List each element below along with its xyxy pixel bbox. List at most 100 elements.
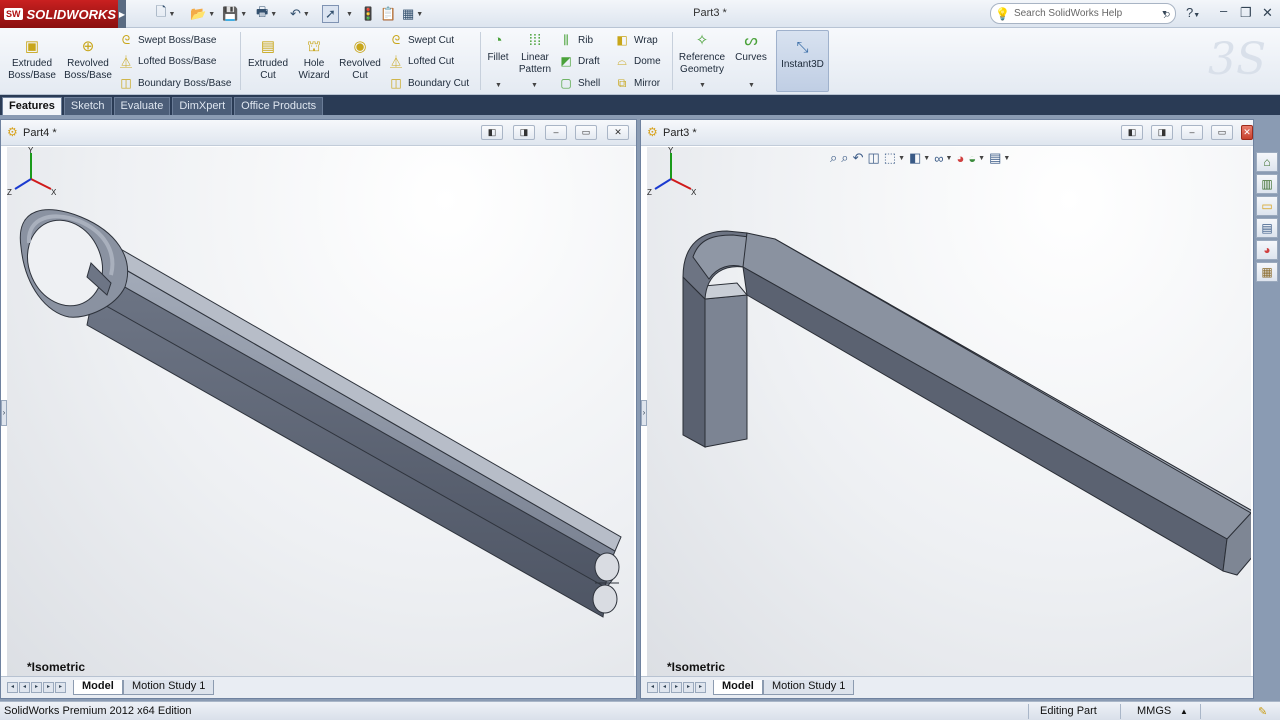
close-app-button[interactable]: ✕ (1262, 5, 1273, 21)
dome-button[interactable]: ⌓ Dome (614, 53, 660, 69)
minimize-window-button[interactable]: – (545, 125, 567, 140)
swept-boss-button[interactable]: ᘓ Swept Boss/Base (118, 32, 217, 48)
search-dropdown[interactable]: ▼ (1161, 10, 1168, 17)
hide-show-dropdown[interactable]: ▼ (946, 155, 953, 162)
file-properties-button[interactable]: 📋 (380, 5, 396, 23)
fillet-dropdown[interactable]: ▼ (495, 82, 502, 89)
zoom-to-fit-icon[interactable]: ⌕ (830, 150, 837, 166)
view-settings-icon[interactable]: ▤ (989, 150, 1001, 166)
display-style-icon[interactable]: ◧ (909, 150, 921, 166)
units-dropdown-icon[interactable]: ▲ (1180, 707, 1188, 716)
tab-office-products[interactable]: Office Products (234, 97, 324, 115)
view-orientation-icon[interactable]: ⬚ (884, 150, 896, 166)
tab-features[interactable]: Features (2, 97, 62, 115)
menu-expand-icon[interactable]: ▶ (118, 0, 126, 28)
view-orientation-dropdown[interactable]: ▼ (898, 155, 905, 162)
next-tab-icon[interactable]: ▸ (671, 682, 682, 693)
prev-tab-icon[interactable]: ◂ (659, 682, 670, 693)
tile-left-button[interactable]: ◧ (1121, 125, 1143, 140)
print-button[interactable]: 🖶 ▼ (256, 4, 277, 23)
draft-button[interactable]: ◩ Draft (558, 53, 599, 69)
save-button[interactable]: 💾 ▼ (222, 5, 247, 23)
revolved-cut-button[interactable]: ◉ Revolved Cut (336, 38, 384, 82)
curves-dropdown[interactable]: ▼ (748, 82, 755, 89)
tab-scroll-arrows[interactable]: ◂ ◂ ▸ ▸ ▸ (7, 682, 67, 693)
select-button[interactable]: ➚ (322, 5, 339, 23)
reference-geometry-button[interactable]: ✧ Reference Geometry (676, 32, 728, 76)
tab-motion-study[interactable]: Motion Study 1 (763, 680, 855, 695)
tab-model[interactable]: Model (73, 680, 123, 695)
first-tab-icon[interactable]: ◂ (7, 682, 18, 693)
extruded-cut-button[interactable]: ▤ Extruded Cut (244, 38, 292, 82)
new-document-button[interactable]: 🗋 ▼ (156, 4, 175, 23)
document-window-part4[interactable]: ⚙ Part4 * ◧ ◨ – ▭ ✕ › Y X Z *Isometric ◂… (0, 119, 637, 699)
undo-button[interactable]: ↶ ▼ (290, 5, 310, 23)
minimize-app-button[interactable]: – (1220, 3, 1227, 18)
custom-properties-icon[interactable]: ▦ (1256, 262, 1278, 282)
maximize-window-button[interactable]: ▭ (1211, 125, 1233, 140)
wrap-button[interactable]: ◧ Wrap (614, 32, 657, 48)
solidworks-menu-button[interactable]: SW SOLIDWORKS (0, 0, 126, 28)
graphics-area[interactable]: Y X Z *Isometric (7, 147, 634, 676)
prev-tab-icon[interactable]: ◂ (19, 682, 30, 693)
revolved-boss-button[interactable]: ⊕ Revolved Boss/Base (62, 38, 114, 82)
appearances-icon[interactable]: ◕ (1256, 240, 1278, 260)
tab-scroll-arrows[interactable]: ◂ ◂ ▸ ▸ ▸ (647, 682, 707, 693)
more-tabs-icon[interactable]: ▸ (55, 682, 66, 693)
scene-icon[interactable]: ◒ (968, 151, 976, 166)
linear-pattern-button[interactable]: ⁞⁞⁞ Linear Pattern (514, 32, 556, 76)
appearance-icon[interactable]: ◕ (956, 151, 964, 166)
shell-button[interactable]: ▢ Shell (558, 75, 600, 91)
rib-button[interactable]: ⫼ Rib (558, 32, 593, 48)
close-window-button[interactable]: ✕ (607, 125, 629, 140)
maximize-window-button[interactable]: ▭ (575, 125, 597, 140)
minimize-window-button[interactable]: – (1181, 125, 1203, 140)
boundary-boss-button[interactable]: ◫ Boundary Boss/Base (118, 75, 231, 91)
tab-evaluate[interactable]: Evaluate (113, 97, 171, 115)
extruded-boss-button[interactable]: ▣ Extruded Boss/Base (6, 38, 58, 82)
pattern-dropdown[interactable]: ▼ (531, 82, 538, 89)
design-library-icon[interactable]: ▥ (1256, 174, 1278, 194)
zoom-area-icon[interactable]: ⌕ (841, 150, 848, 166)
tab-dimxpert[interactable]: DimXpert (172, 97, 233, 115)
file-explorer-icon[interactable]: ▭ (1256, 196, 1278, 216)
close-window-button[interactable]: ✕ (1241, 125, 1253, 140)
rebuild-status-icon[interactable]: ✎ (1258, 705, 1267, 718)
display-style-dropdown[interactable]: ▼ (923, 155, 930, 162)
lofted-cut-button[interactable]: ⏅ Lofted Cut (388, 53, 454, 69)
previous-view-icon[interactable]: ↶ (853, 150, 864, 166)
search-help-field[interactable]: 💡 Search SolidWorks Help ⌕ (990, 3, 1176, 24)
units-selector[interactable]: MMGS (1137, 705, 1171, 717)
swept-cut-button[interactable]: ᘓ Swept Cut (388, 32, 454, 48)
boundary-cut-button[interactable]: ◫ Boundary Cut (388, 75, 469, 91)
tab-motion-study[interactable]: Motion Study 1 (123, 680, 215, 695)
hide-show-icon[interactable]: ∞ (934, 151, 943, 166)
mirror-button[interactable]: ⧉ Mirror (614, 75, 660, 91)
help-button[interactable]: ?▼ (1186, 5, 1200, 20)
section-view-icon[interactable]: ◫ (867, 150, 879, 166)
graphics-area[interactable]: Y X Z *Isometric (647, 147, 1251, 676)
view-settings-dropdown[interactable]: ▼ (1003, 155, 1010, 162)
tile-left-button[interactable]: ◧ (481, 125, 503, 140)
document-window-part3[interactable]: ⚙ Part3 * ◧ ◨ – ▭ ✕ › Y X Z *Isometric ◂… (640, 119, 1254, 699)
view-palette-icon[interactable]: ▤ (1256, 218, 1278, 238)
open-button[interactable]: 📂 ▼ (190, 5, 215, 23)
first-tab-icon[interactable]: ◂ (647, 682, 658, 693)
tab-model[interactable]: Model (713, 680, 763, 695)
tile-right-button[interactable]: ◨ (1151, 125, 1173, 140)
last-tab-icon[interactable]: ▸ (43, 682, 54, 693)
resources-icon[interactable]: ⌂ (1256, 152, 1278, 172)
restore-app-button[interactable]: ❐ (1240, 5, 1252, 21)
reference-geometry-dropdown[interactable]: ▼ (699, 82, 706, 89)
lofted-boss-button[interactable]: ⏅ Lofted Boss/Base (118, 53, 216, 69)
more-tabs-icon[interactable]: ▸ (695, 682, 706, 693)
last-tab-icon[interactable]: ▸ (683, 682, 694, 693)
next-tab-icon[interactable]: ▸ (31, 682, 42, 693)
hole-wizard-button[interactable]: ⛫ Hole Wizard (294, 38, 334, 82)
instant3d-toggle[interactable]: ⤡ Instant3D (776, 30, 829, 92)
select-dropdown[interactable]: ▼ (344, 5, 353, 23)
curves-button[interactable]: ᔕ Curves (732, 32, 770, 64)
tile-right-button[interactable]: ◨ (513, 125, 535, 140)
rebuild-button[interactable]: 🚦 (360, 5, 376, 23)
tab-sketch[interactable]: Sketch (63, 97, 112, 115)
